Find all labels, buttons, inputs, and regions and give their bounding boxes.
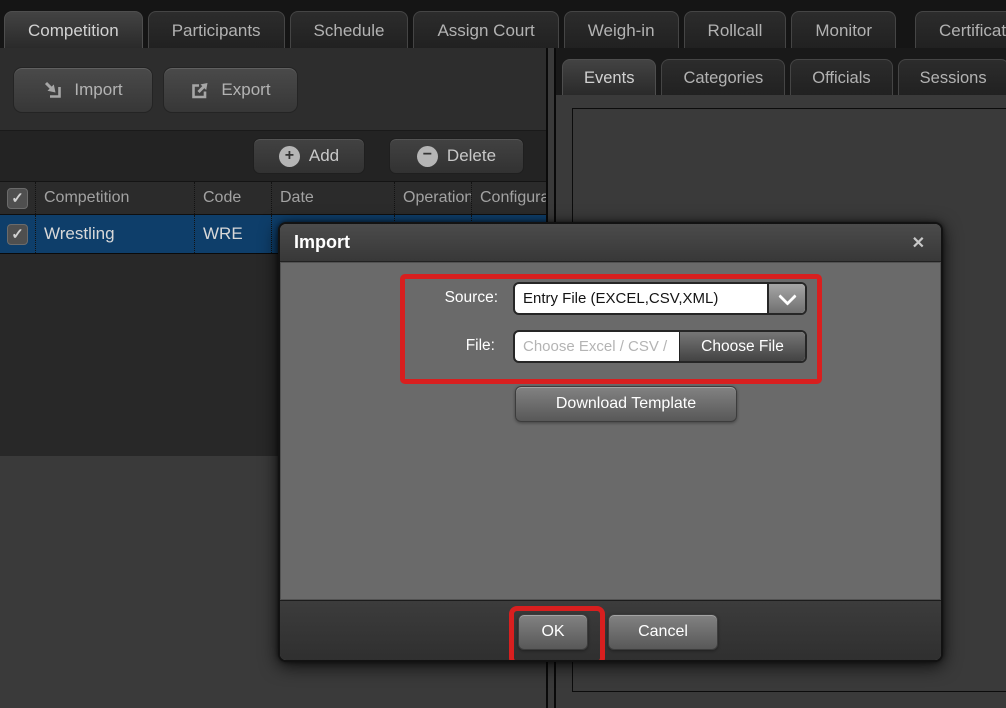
close-icon[interactable]: ✕ — [910, 233, 927, 253]
header-cell-select: ✓ — [0, 182, 36, 214]
header-cell-competition: Competition — [36, 182, 195, 214]
import-export-toolbar: Import Export — [0, 48, 546, 130]
add-delete-toolbar: Add Delete — [0, 130, 546, 181]
tab-certification[interactable]: Certification — [915, 11, 1006, 48]
tab-events[interactable]: Events — [562, 59, 656, 95]
export-button[interactable]: Export — [163, 67, 298, 113]
add-button[interactable]: Add — [253, 138, 365, 174]
export-button-label: Export — [221, 80, 270, 100]
source-select-dropdown-button[interactable] — [767, 284, 805, 313]
import-dialog-footer: OK Cancel — [280, 600, 941, 661]
source-select[interactable]: Entry File (EXCEL,CSV,XML) — [513, 282, 807, 315]
header-cell-date: Date — [272, 182, 395, 214]
tab-competition[interactable]: Competition — [4, 11, 143, 48]
source-label: Source: — [338, 282, 498, 313]
file-picker: Choose File — [513, 330, 807, 363]
row-cell-select: ✓ — [0, 215, 36, 253]
main-tab-bar: Competition Participants Schedule Assign… — [0, 0, 1006, 48]
app-window: Competition Participants Schedule Assign… — [0, 0, 1006, 708]
file-label: File: — [335, 330, 495, 361]
import-button-label: Import — [74, 80, 122, 100]
row-cell-code: WRE — [195, 215, 272, 253]
import-dialog-body: Source: Entry File (EXCEL,CSV,XML) File:… — [280, 262, 941, 600]
add-icon — [279, 146, 300, 167]
row-checkbox[interactable]: ✓ — [7, 224, 28, 245]
export-icon — [190, 80, 211, 101]
download-template-button[interactable]: Download Template — [515, 386, 737, 422]
tab-sessions[interactable]: Sessions — [898, 59, 1006, 95]
tab-participants[interactable]: Participants — [148, 11, 285, 48]
add-button-label: Add — [309, 146, 339, 166]
tab-monitor[interactable]: Monitor — [791, 11, 896, 48]
tab-schedule[interactable]: Schedule — [290, 11, 409, 48]
ok-button[interactable]: OK — [518, 614, 588, 650]
select-all-checkbox[interactable]: ✓ — [7, 188, 28, 209]
source-select-value: Entry File (EXCEL,CSV,XML) — [515, 284, 767, 313]
file-path-input[interactable] — [515, 332, 679, 361]
delete-button[interactable]: Delete — [389, 138, 524, 174]
header-cell-configuration: Configuration — [472, 182, 546, 214]
tab-assign-court[interactable]: Assign Court — [413, 11, 558, 48]
table-header-row: ✓ Competition Code Date Operation Config… — [0, 181, 546, 215]
tab-officials[interactable]: Officials — [790, 59, 892, 95]
header-cell-code: Code — [195, 182, 272, 214]
import-dialog: Import ✕ Source: Entry File (EXCEL,CSV,X… — [278, 222, 943, 662]
tab-categories[interactable]: Categories — [661, 59, 785, 95]
chevron-down-icon — [778, 287, 796, 305]
choose-file-button[interactable]: Choose File — [679, 332, 805, 361]
cancel-button[interactable]: Cancel — [608, 614, 718, 650]
import-button[interactable]: Import — [13, 67, 153, 113]
tab-weigh-in[interactable]: Weigh-in — [564, 11, 679, 48]
import-icon — [43, 80, 64, 101]
header-cell-operation: Operation — [395, 182, 472, 214]
dialog-title: Import — [294, 232, 910, 253]
delete-icon — [417, 146, 438, 167]
right-tab-bar: Events Categories Officials Sessions — [556, 48, 1006, 95]
delete-button-label: Delete — [447, 146, 496, 166]
tab-rollcall[interactable]: Rollcall — [684, 11, 787, 48]
import-dialog-header: Import ✕ — [280, 224, 941, 262]
row-cell-competition: Wrestling — [36, 215, 195, 253]
